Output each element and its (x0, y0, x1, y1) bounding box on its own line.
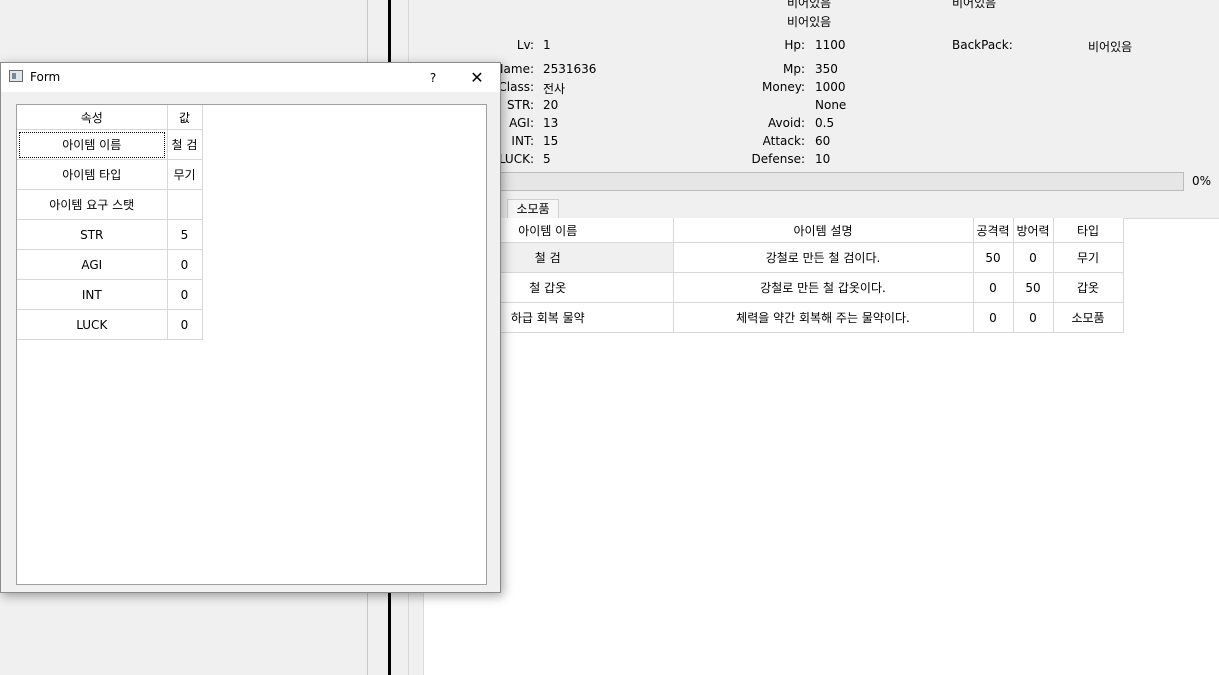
help-button[interactable]: ? (422, 68, 444, 88)
property-value-cell[interactable] (167, 189, 203, 220)
property-name-cell[interactable]: 아이템 요구 스탯 (17, 189, 168, 220)
item-desc-cell[interactable]: 강철로 만든 철 갑옷이다. (673, 272, 974, 303)
item-attack-cell[interactable]: 50 (973, 242, 1014, 273)
lv-label: Lv: (516, 38, 534, 52)
class-value: 전사 (543, 82, 566, 96)
table-row[interactable]: 철 갑옷 강철로 만든 철 갑옷이다. 0 50 갑옷 (423, 272, 1124, 303)
int-value: 15 (543, 134, 559, 148)
property-name-cell[interactable]: AGI (17, 249, 168, 280)
form-title: Form (30, 70, 61, 84)
item-attack-cell[interactable]: 0 (973, 272, 1014, 303)
item-defense-cell[interactable]: 50 (1013, 272, 1054, 303)
equip-slot-2-value: 비어있음 (787, 15, 832, 29)
table-row[interactable]: 철 검 강철로 만든 철 검이다. 50 0 무기 (423, 242, 1124, 273)
tab-consumables[interactable]: 소모품 (507, 199, 559, 218)
item-table: 아이템 이름 아이템 설명 공격력 방어력 타입 철 검 강철로 만든 철 검이… (423, 218, 1124, 333)
money-label: Money: (762, 80, 805, 94)
property-value-cell[interactable]: 철 검 (167, 129, 203, 160)
equip-slot-1-value: 비어있음 (787, 0, 832, 10)
table-row[interactable]: 아이템 타입 무기 (17, 159, 203, 190)
agi-value: 13 (543, 116, 559, 130)
item-defense-cell[interactable]: 0 (1013, 302, 1054, 333)
backpack-label: BackPack: (952, 38, 1013, 52)
experience-progress-bar (420, 172, 1184, 191)
defense-value: 10 (815, 152, 831, 166)
property-name-cell[interactable]: LUCK (17, 309, 168, 340)
property-value-cell[interactable]: 0 (167, 249, 203, 280)
window-icon (9, 70, 23, 82)
table-row[interactable]: AGI 0 (17, 249, 203, 280)
extra-value: None (815, 98, 847, 112)
attack-value: 60 (815, 134, 831, 148)
avoid-value: 0.5 (815, 116, 835, 130)
mp-label: Mp: (782, 62, 805, 76)
property-value-cell[interactable]: 0 (167, 279, 203, 310)
property-name-cell[interactable]: INT (17, 279, 168, 310)
hp-value: 1100 (815, 38, 846, 52)
avoid-label: Avoid: (768, 116, 805, 130)
mp-value: 350 (815, 62, 838, 76)
table-row[interactable]: 아이템 이름 철 검 (17, 129, 203, 160)
str-value: 20 (543, 98, 559, 112)
property-value-cell[interactable]: 무기 (167, 159, 203, 190)
item-type-cell[interactable]: 소모품 (1053, 302, 1124, 333)
close-button[interactable]: ✕ (462, 66, 492, 90)
property-value-cell[interactable]: 5 (167, 219, 203, 250)
header-item-desc[interactable]: 아이템 설명 (673, 218, 974, 243)
equip-slot-3-value: 비어있음 (952, 0, 997, 10)
defense-label: Defense: (751, 152, 805, 166)
item-type-cell[interactable]: 갑옷 (1053, 272, 1124, 303)
hp-label: Hp: (784, 38, 805, 52)
backpack-value: 비어있음 (1088, 40, 1133, 54)
table-row[interactable]: LUCK 0 (17, 309, 203, 340)
attack-label: Attack: (762, 134, 805, 148)
item-defense-cell[interactable]: 0 (1013, 242, 1054, 273)
lv-value: 1 (543, 38, 551, 52)
luck-value: 5 (543, 152, 551, 166)
header-value[interactable]: 값 (167, 105, 203, 130)
money-value: 1000 (815, 80, 846, 94)
form-titlebar[interactable]: Form ? ✕ (1, 63, 500, 92)
property-name-cell[interactable]: STR (17, 219, 168, 250)
form-dialog: Form ? ✕ 속성 값 아이템 이름 철 검 아이템 타입 무기 아이템 요… (0, 62, 501, 593)
property-name-cell[interactable]: 아이템 이름 (17, 129, 168, 160)
property-name-cell[interactable]: 아이템 타입 (17, 159, 168, 190)
name-value: 2531636 (543, 62, 597, 76)
item-desc-cell[interactable]: 체력을 약간 회복해 주는 물약이다. (673, 302, 974, 333)
item-type-cell[interactable]: 무기 (1053, 242, 1124, 273)
table-row[interactable]: 하급 회복 물약 체력을 약간 회복해 주는 물약이다. 0 0 소모품 (423, 302, 1124, 333)
property-table: 속성 값 아이템 이름 철 검 아이템 타입 무기 아이템 요구 스탯 STR … (17, 105, 203, 340)
table-row[interactable]: INT 0 (17, 279, 203, 310)
table-row[interactable]: 아이템 요구 스탯 (17, 189, 203, 220)
header-attack[interactable]: 공격력 (973, 218, 1014, 243)
header-defense[interactable]: 방어력 (1013, 218, 1054, 243)
header-type[interactable]: 타입 (1053, 218, 1124, 243)
progress-text: 0% (1192, 174, 1212, 188)
property-table-panel: 속성 값 아이템 이름 철 검 아이템 타입 무기 아이템 요구 스탯 STR … (16, 104, 487, 585)
property-value-cell[interactable]: 0 (167, 309, 203, 340)
item-desc-cell[interactable]: 강철로 만든 철 검이다. (673, 242, 974, 273)
header-property[interactable]: 속성 (17, 105, 168, 130)
item-attack-cell[interactable]: 0 (973, 302, 1014, 333)
table-row[interactable]: STR 5 (17, 219, 203, 250)
